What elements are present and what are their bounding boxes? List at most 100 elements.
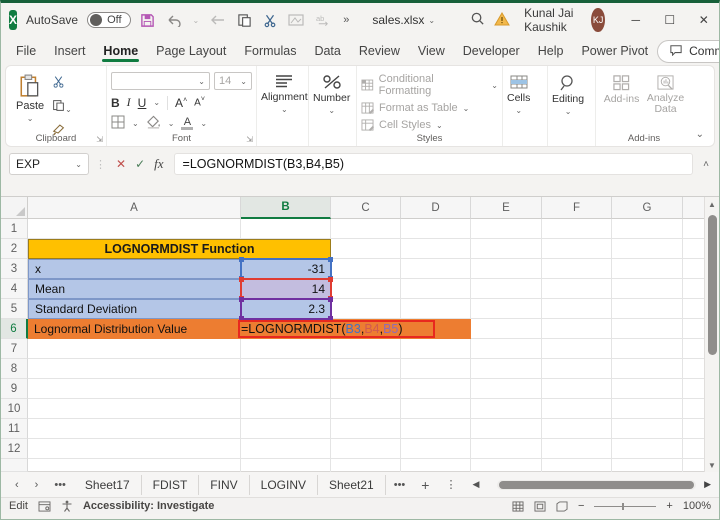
row-header-2[interactable]: 2 (1, 239, 28, 259)
column-header-E[interactable]: E (471, 197, 542, 219)
zoom-slider[interactable] (594, 502, 657, 510)
cell[interactable] (401, 299, 471, 319)
scroll-down-icon[interactable]: ▼ (708, 458, 716, 472)
normal-view-button[interactable] (512, 500, 524, 512)
avatar[interactable]: KJ (591, 8, 605, 32)
vertical-scrollbar[interactable]: ▲ ▼ (704, 197, 719, 472)
sheet-tab-finv[interactable]: FINV (199, 474, 250, 495)
cell[interactable] (28, 459, 241, 472)
cell[interactable] (28, 399, 241, 419)
font-color-button[interactable]: A (181, 117, 194, 130)
row-header-8[interactable]: 8 (1, 359, 28, 379)
cell[interactable] (612, 299, 683, 319)
cell[interactable] (542, 379, 612, 399)
zoom-level[interactable]: 100% (683, 500, 711, 512)
analyze-data-button[interactable]: Analyze Data (643, 72, 688, 117)
cells-button[interactable]: Cells ⌄ (507, 72, 530, 117)
minimize-button[interactable]: ─ (619, 13, 653, 27)
cell[interactable] (542, 459, 612, 472)
tab-review[interactable]: Review (350, 40, 409, 62)
cell[interactable] (542, 219, 612, 239)
column-header-B[interactable]: B (241, 197, 331, 219)
cell[interactable] (683, 359, 706, 379)
cell-A3[interactable]: x (28, 259, 241, 279)
cell[interactable] (401, 239, 471, 259)
cell[interactable] (612, 439, 683, 459)
cell[interactable] (28, 439, 241, 459)
cell[interactable] (331, 339, 401, 359)
row-header-3[interactable]: 3 (1, 259, 28, 279)
cell[interactable] (28, 419, 241, 439)
font-dialog-launcher-icon[interactable]: ⇲ (246, 135, 253, 144)
cell[interactable] (331, 219, 401, 239)
insert-function-icon[interactable]: fx (154, 156, 163, 172)
number-button[interactable]: Number ⌄ (313, 72, 350, 117)
cell[interactable] (241, 459, 331, 472)
cell[interactable] (241, 359, 331, 379)
cell[interactable] (683, 219, 706, 239)
cell[interactable] (612, 279, 683, 299)
row-header-6[interactable]: 6 (1, 319, 28, 339)
cell[interactable] (401, 339, 471, 359)
cell[interactable] (542, 279, 612, 299)
bold-button[interactable]: B (111, 96, 120, 110)
tab-view[interactable]: View (409, 40, 454, 62)
cell[interactable] (401, 259, 471, 279)
tab-file[interactable]: File (7, 40, 45, 62)
row-header-13[interactable] (1, 459, 28, 472)
cancel-icon[interactable]: ✕ (116, 157, 126, 171)
cell-A2-title[interactable]: LOGNORMDIST Function (28, 239, 331, 259)
cell[interactable] (401, 459, 471, 472)
cell[interactable] (612, 219, 683, 239)
cell[interactable] (401, 379, 471, 399)
cell[interactable] (471, 239, 542, 259)
addins-button[interactable]: Add-ins (600, 72, 643, 107)
sheet-tab-fdist[interactable]: FDIST (142, 474, 200, 495)
cell[interactable] (683, 379, 706, 399)
cell[interactable] (612, 319, 683, 339)
cell[interactable] (542, 239, 612, 259)
cell[interactable] (241, 399, 331, 419)
cell[interactable] (683, 239, 706, 259)
user-name[interactable]: Kunal Jai Kaushik (524, 6, 577, 34)
underline-button[interactable]: U (138, 96, 147, 110)
undo-icon[interactable] (166, 13, 182, 27)
cell[interactable] (331, 459, 401, 472)
select-all-button[interactable] (1, 197, 28, 219)
cell[interactable] (471, 359, 542, 379)
cell[interactable] (683, 419, 706, 439)
close-button[interactable]: ✕ (687, 13, 719, 27)
cell[interactable] (471, 219, 542, 239)
cell[interactable] (28, 219, 241, 239)
grow-font-button[interactable]: A˄ (175, 96, 187, 110)
paste-button[interactable]: Paste ⌄ (10, 72, 50, 125)
cell[interactable] (542, 439, 612, 459)
cell[interactable] (542, 419, 612, 439)
all-sheets-menu-icon[interactable]: ⋮ (437, 478, 464, 491)
cell[interactable] (401, 399, 471, 419)
cell[interactable] (401, 419, 471, 439)
cell[interactable] (331, 439, 401, 459)
row-header-10[interactable]: 10 (1, 399, 28, 419)
cell[interactable] (331, 239, 401, 259)
warning-icon[interactable] (494, 11, 510, 29)
fill-color-button[interactable] (146, 115, 161, 132)
cell[interactable] (542, 399, 612, 419)
range-border-b4[interactable] (239, 277, 333, 301)
cell[interactable] (241, 339, 331, 359)
vertical-scroll-thumb[interactable] (707, 215, 717, 355)
cell[interactable] (331, 379, 401, 399)
tab-home[interactable]: Home (94, 40, 147, 62)
row-header-12[interactable]: 12 (1, 439, 28, 459)
row-header-4[interactable]: 4 (1, 279, 28, 299)
cell[interactable] (471, 379, 542, 399)
cell[interactable] (542, 259, 612, 279)
cell[interactable] (28, 379, 241, 399)
font-name-select[interactable]: ⌄ (111, 72, 210, 90)
cell-A6[interactable]: Lognormal Distribution Value (28, 322, 241, 336)
cell[interactable] (542, 359, 612, 379)
row-header-11[interactable]: 11 (1, 419, 28, 439)
formula-bar-expand-icon[interactable]: ˄ (699, 159, 713, 170)
cell[interactable] (471, 299, 542, 319)
hscroll-left-icon[interactable]: ◀ (464, 479, 487, 490)
